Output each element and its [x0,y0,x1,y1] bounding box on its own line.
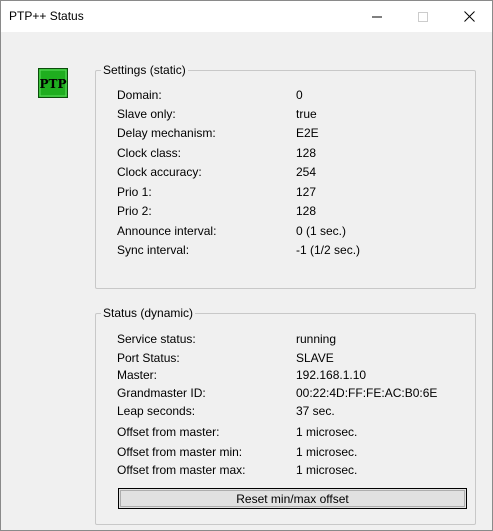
settings-value: 127 [296,185,317,199]
status-label: Offset from master min: [117,445,243,459]
status-value: 00:22:4D:FF:FE:AC:B0:6E [296,386,438,400]
settings-label: Domain: [117,88,162,102]
close-button[interactable] [446,1,492,32]
settings-legend: Settings (static) [103,63,186,77]
settings-label: Sync interval: [117,243,190,257]
title-bar[interactable]: PTP++ Status [1,1,492,32]
status-value: running [296,332,337,346]
settings-value: 128 [296,146,317,160]
close-icon [463,11,475,22]
settings-value: true [296,107,317,121]
minimize-icon [372,16,382,17]
settings-label: Delay mechanism: [117,126,216,140]
settings-label: Announce interval: [117,224,217,238]
settings-value: E2E [296,126,319,140]
settings-label: Prio 1: [117,185,152,199]
settings-value: 254 [296,165,317,179]
status-legend: Status (dynamic) [103,306,194,320]
status-value: 1 microsec. [296,445,358,459]
settings-label: Clock class: [117,146,182,160]
settings-value: 0 [296,88,303,102]
ptp-status-window: PTP++ Status PTP Settings (static) Domai… [0,0,493,531]
status-label: Leap seconds: [117,404,196,418]
status-label: Offset from master: [117,425,220,439]
status-value: 37 sec. [296,404,335,418]
settings-label: Clock accuracy: [117,165,202,179]
settings-value: -1 (1/2 sec.) [296,243,361,257]
settings-label: Slave only: [117,107,176,121]
maximize-icon [418,11,428,22]
ptp-logo-text: PTP [40,77,67,91]
status-label: Grandmaster ID: [117,386,206,400]
settings-value: 128 [296,204,317,218]
settings-value: 0 (1 sec.) [296,224,347,238]
status-value: 1 microsec. [296,463,358,477]
status-value: 1 microsec. [296,425,358,439]
ptp-logo: PTP [38,68,68,98]
settings-label: Prio 2: [117,204,152,218]
status-value: 192.168.1.10 [296,368,367,382]
status-label: Master: [117,368,158,382]
status-value: SLAVE [296,351,334,365]
minimize-button[interactable] [354,1,400,32]
status-label: Service status: [117,332,196,346]
window-title: PTP++ Status [9,9,84,23]
reset-min-max-offset-button[interactable]: Reset min/max offset [118,488,467,509]
status-label: Offset from master max: [117,463,246,477]
status-label: Port Status: [117,351,180,365]
maximize-button [400,1,446,32]
